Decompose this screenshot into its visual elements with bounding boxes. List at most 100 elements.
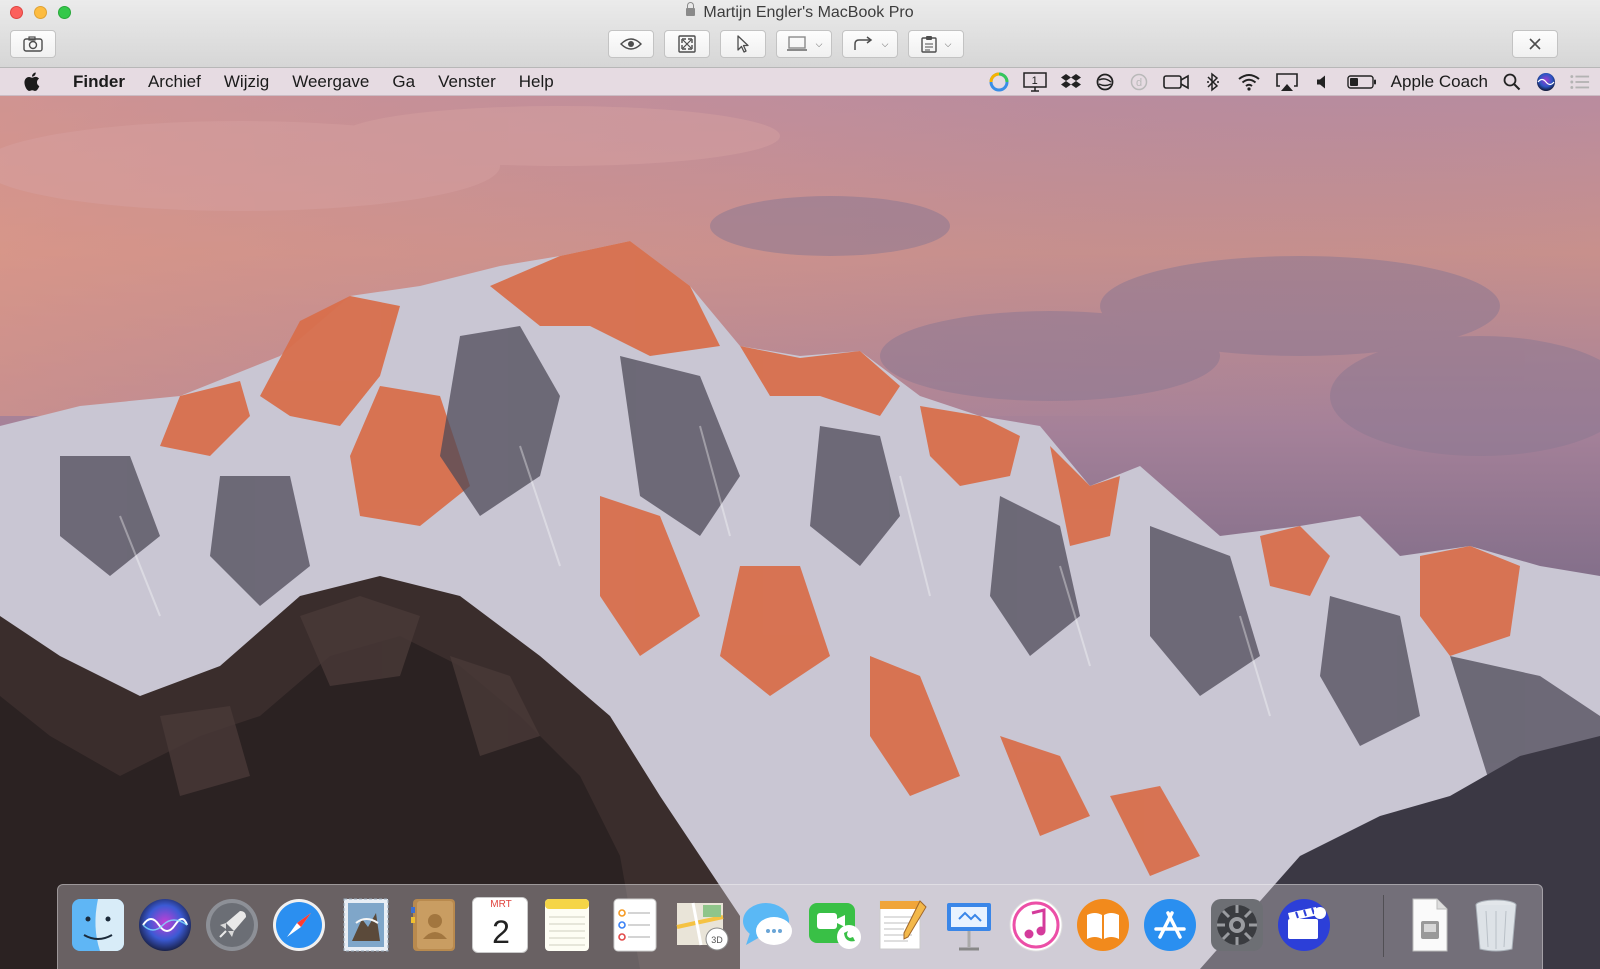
pages-icon: [879, 900, 927, 950]
dock-messages[interactable]: [740, 897, 796, 953]
dock-contacts[interactable]: [405, 897, 461, 953]
menu-finder[interactable]: Finder: [73, 72, 125, 92]
pointer-button[interactable]: [720, 30, 766, 58]
bluetooth-icon[interactable]: [1203, 71, 1223, 92]
dock-trash[interactable]: [1468, 897, 1524, 953]
svg-text:3D: 3D: [711, 935, 723, 945]
display-menu-button[interactable]: ⌵: [776, 30, 832, 58]
user-name[interactable]: Apple Coach: [1391, 72, 1488, 92]
pointer-icon: [737, 35, 749, 53]
dock-calendar[interactable]: MRT 2: [472, 897, 528, 953]
menu-weergave[interactable]: Weergave: [292, 72, 369, 92]
volume-icon[interactable]: [1313, 73, 1333, 91]
mountain-landscape-image: [0, 96, 1600, 969]
clipboard-icon: [920, 36, 937, 53]
dock-ibooks[interactable]: [1075, 897, 1131, 953]
lock-icon: [686, 2, 696, 16]
close-session-button[interactable]: [1512, 30, 1558, 58]
dock-finder[interactable]: [70, 897, 126, 953]
keynote-icon: [947, 903, 991, 951]
window-titlebar: Martijn Engler's MacBook Pro ⌵ ⌵ ⌵: [0, 0, 1600, 68]
calendar-icon: MRT 2: [472, 897, 528, 953]
battery-icon[interactable]: [1346, 73, 1377, 91]
dock-documents[interactable]: [1401, 897, 1457, 953]
address-book-icon: [411, 899, 455, 951]
sync-icon[interactable]: [1095, 73, 1115, 91]
clapper-icon: [1278, 899, 1330, 951]
apple-logo-icon[interactable]: [24, 72, 40, 91]
dock-separator: [1383, 895, 1384, 957]
document-icon: [1412, 898, 1448, 952]
dock-reminders[interactable]: [606, 897, 662, 953]
video-camera-icon[interactable]: [1162, 73, 1189, 91]
dock-siri[interactable]: [137, 897, 193, 953]
display-number: 1: [1031, 74, 1038, 87]
spotlight-search-icon[interactable]: [1502, 73, 1522, 91]
trash-icon: [1475, 899, 1517, 952]
screenshot-button[interactable]: [10, 30, 56, 58]
calendar-day: 2: [492, 914, 510, 950]
stamp-icon: [343, 898, 389, 952]
dock-keynote[interactable]: [941, 897, 997, 953]
window-title: Martijn Engler's MacBook Pro: [703, 4, 914, 21]
menu-help[interactable]: Help: [519, 72, 554, 92]
dock-system-preferences[interactable]: [1209, 897, 1265, 953]
dock-app-store[interactable]: [1142, 897, 1198, 953]
menu-ga[interactable]: Ga: [392, 72, 415, 92]
fit-screen-icon: [678, 35, 696, 53]
dock-mail[interactable]: [338, 897, 394, 953]
fit-screen-button[interactable]: [664, 30, 710, 58]
guest-menubar: Finder Archief Wijzig Weergave Ga Venste…: [0, 68, 1600, 96]
dock-facetime[interactable]: [807, 897, 863, 953]
menu-venster[interactable]: Venster: [438, 72, 496, 92]
wifi-icon[interactable]: [1237, 73, 1261, 91]
dock-notes[interactable]: [539, 897, 595, 953]
svg-text:d: d: [1136, 77, 1142, 89]
dropbox-icon[interactable]: [1060, 73, 1081, 91]
dock-maps[interactable]: 3D: [673, 897, 729, 953]
eye-icon: [620, 38, 642, 50]
book-icon: [1077, 899, 1129, 951]
display-icon: [786, 36, 807, 51]
display-one-icon[interactable]: 1: [1022, 71, 1047, 92]
chat-bubble-icon: [743, 903, 792, 945]
observe-button[interactable]: [608, 30, 654, 58]
app-store-icon: [1144, 899, 1196, 951]
chevron-down-icon: ⌵: [881, 38, 889, 49]
window-title-wrap: Martijn Engler's MacBook Pro: [0, 2, 1600, 22]
redirect-icon: [853, 36, 872, 50]
finder-icon: [72, 899, 124, 951]
redirect-menu-button[interactable]: ⌵: [842, 30, 898, 58]
airplay-icon[interactable]: [1275, 72, 1299, 91]
dock-clips[interactable]: [1276, 897, 1332, 953]
color-sync-icon[interactable]: [989, 72, 1009, 91]
close-icon: [1529, 38, 1541, 50]
notification-center-icon[interactable]: [1570, 73, 1590, 91]
siri-icon[interactable]: [1536, 72, 1556, 91]
menu-left: Finder Archief Wijzig Weergave Ga Venste…: [24, 68, 577, 95]
siri-icon: [139, 899, 191, 951]
notes-icon: [545, 899, 589, 951]
clipboard-menu-button[interactable]: ⌵: [908, 30, 964, 58]
menu-extras: 1 d Apple Coach: [989, 68, 1590, 95]
chevron-down-icon: ⌵: [815, 38, 823, 49]
dock: MRT 2 3D: [57, 884, 1543, 969]
compass-icon: [273, 899, 325, 951]
dock-pages[interactable]: [874, 897, 930, 953]
map-icon: 3D: [676, 902, 729, 951]
dictionary-icon[interactable]: d: [1129, 73, 1149, 91]
desktop-wallpaper: [0, 96, 1600, 969]
menu-wijzig[interactable]: Wijzig: [224, 72, 269, 92]
camera-icon: [23, 36, 43, 52]
dock-itunes[interactable]: [1008, 897, 1064, 953]
calendar-month: MRT: [473, 898, 527, 912]
gear-icon: [1211, 899, 1263, 951]
dock-launchpad[interactable]: [204, 897, 260, 953]
music-note-icon: [1009, 898, 1063, 952]
dock-safari[interactable]: [271, 897, 327, 953]
menu-archief[interactable]: Archief: [148, 72, 201, 92]
chevron-down-icon: ⌵: [944, 38, 952, 49]
checklist-icon: [613, 898, 657, 952]
facetime-icon: [809, 903, 861, 949]
rocket-icon: [206, 899, 258, 951]
